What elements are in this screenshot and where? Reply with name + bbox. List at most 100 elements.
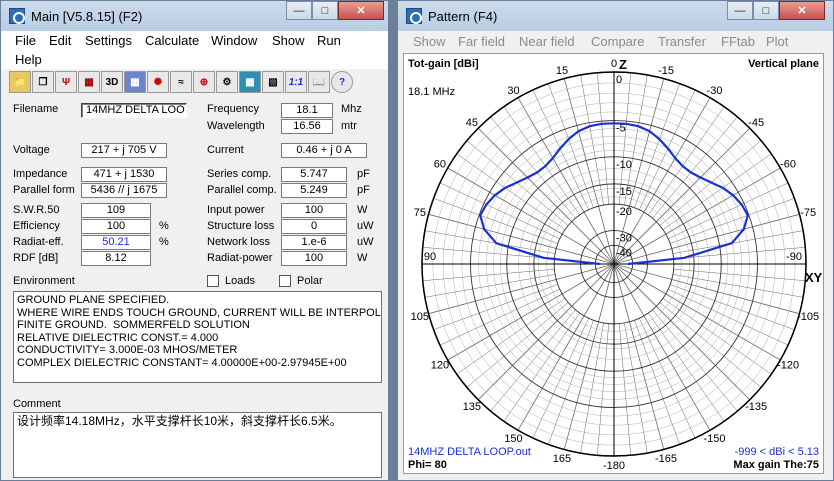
loads-label: Loads <box>225 275 255 287</box>
db-tick-label: -40 <box>616 247 632 259</box>
one-to-one-icon[interactable]: 1:1 <box>285 71 307 93</box>
series-comp-label: Series comp. <box>207 168 272 180</box>
structure-loss-unit: uW <box>357 220 374 232</box>
tot-gain-label: Tot-gain [dBi] <box>408 58 479 70</box>
comment-label: Comment <box>13 398 61 410</box>
frequency-field[interactable]: 18.1 <box>281 103 333 118</box>
antenna-icon[interactable]: Ψ <box>55 71 77 93</box>
structure-loss-label: Structure loss <box>207 220 275 232</box>
radiat-eff-field: 50.21 <box>81 235 151 250</box>
swr-icon[interactable]: ≈ <box>170 71 192 93</box>
3d-icon[interactable]: 3D <box>101 71 123 93</box>
parallel-comp-field: 5.249 <box>281 183 347 198</box>
copy-icon[interactable]: ❐ <box>32 71 54 93</box>
filename-label: Filename <box>13 103 59 115</box>
pmenu-transfer[interactable]: Transfer <box>658 34 706 54</box>
input-power-field[interactable]: 100 <box>281 203 347 218</box>
close-button[interactable]: ✕ <box>338 1 384 20</box>
wavelength-field: 16.56 <box>281 119 333 134</box>
radial-grid-line <box>613 263 781 361</box>
menu-settings[interactable]: Settings <box>85 33 132 48</box>
parallel-form-field: 5436 // j 1675 <box>81 183 167 198</box>
3d-text: 3D <box>105 76 119 88</box>
pattern-window: Pattern (F4) — □ ✕ Show Far field Near f… <box>397 0 834 481</box>
frequency-unit: Mhz <box>341 103 362 115</box>
angle-tick-label: -105 <box>797 311 819 323</box>
main-window: Main [V5.8.15] (F2) — □ ✕ File Edit Sett… <box>0 0 389 481</box>
pmenu-plot[interactable]: Plot <box>766 34 788 54</box>
menu-help[interactable]: Help <box>15 52 42 67</box>
plane-label: Vertical plane <box>748 58 819 70</box>
freq-label: 18.1 MHz <box>408 86 456 98</box>
pmenu-show[interactable]: Show <box>413 34 446 54</box>
pattern-app-icon <box>406 8 422 24</box>
xy-axis-label: XY <box>805 270 823 285</box>
menu-run[interactable]: Run <box>317 33 341 48</box>
radiat-power-field: 100 <box>281 251 347 266</box>
radiat-eff-label: Radiat-eff. <box>13 236 64 248</box>
angle-tick-label: -165 <box>655 453 677 465</box>
menu-show[interactable]: Show <box>272 33 305 48</box>
pattern-close-button[interactable]: ✕ <box>779 1 825 20</box>
minimize-button[interactable]: — <box>286 1 312 20</box>
polar-chart: 0-5-10-15-20-30-400-15-30-45-60-75-90-10… <box>411 58 819 472</box>
open-icon[interactable]: 📁 <box>9 71 31 93</box>
network-loss-field: 1.e-6 <box>281 235 347 250</box>
one-to-one-text: 1:1 <box>288 76 304 88</box>
table-icon[interactable]: ▦ <box>239 71 261 93</box>
current-field: 0.46 + j 0 A <box>281 143 367 158</box>
book-icon[interactable]: 📖 <box>308 71 330 93</box>
radial-grid-line <box>428 263 615 315</box>
pmenu-far-field[interactable]: Far field <box>458 34 505 54</box>
db-tick-label: -10 <box>616 159 632 171</box>
wavelength-unit: mtr <box>341 120 357 132</box>
angle-tick-label: -120 <box>777 360 799 372</box>
pmenu-fftab[interactable]: FFtab <box>721 34 755 54</box>
smith-icon[interactable]: ⊕ <box>193 71 215 93</box>
box-icon[interactable]: ▦ <box>78 71 100 93</box>
radial-grid-line <box>613 167 781 265</box>
grid-icon[interactable]: ▦ <box>124 71 146 93</box>
radiat-power-label: Radiat-power <box>207 252 273 264</box>
swr-field: 109 <box>81 203 151 218</box>
radial-grid-line <box>517 263 615 431</box>
menu-calculate[interactable]: Calculate <box>145 33 199 48</box>
help-icon[interactable]: ? <box>331 71 353 93</box>
maximize-button[interactable]: □ <box>312 1 338 20</box>
network-loss-unit: uW <box>357 236 374 248</box>
pmenu-near-field[interactable]: Near field <box>519 34 575 54</box>
pattern-minimize-button[interactable]: — <box>727 1 753 20</box>
rdf-label: RDF [dB] <box>13 252 59 264</box>
calc-icon[interactable]: ▧ <box>262 71 284 93</box>
comment-text[interactable]: 设计频率14.18MHz，水平支撑杆长10米，斜支撑杆长6.5米。 <box>13 412 382 478</box>
tune-icon[interactable]: ⚙ <box>216 71 238 93</box>
angle-tick-label: 90 <box>424 251 436 263</box>
db-tick-label: -20 <box>616 206 632 218</box>
pattern-icon[interactable]: ✺ <box>147 71 169 93</box>
angle-tick-label: 60 <box>434 159 446 171</box>
parallel-form-label: Parallel form <box>13 184 75 196</box>
menu-edit[interactable]: Edit <box>49 33 71 48</box>
current-label: Current <box>207 144 244 156</box>
voltage-label: Voltage <box>13 144 50 156</box>
network-loss-label: Network loss <box>207 236 270 248</box>
impedance-label: Impedance <box>13 168 68 180</box>
pmenu-compare[interactable]: Compare <box>591 34 644 54</box>
z-axis-label: Z <box>619 57 627 72</box>
menu-file[interactable]: File <box>15 33 36 48</box>
loads-checkbox[interactable] <box>207 275 219 287</box>
pattern-plot-area[interactable]: 0 -5 -10 -15 -20 -30 -40 0 -15 -30 -45 -60 -75 -90 -10… <box>403 53 824 474</box>
polar-checkbox[interactable] <box>279 275 291 287</box>
frequency-label: Frequency <box>207 103 259 115</box>
pattern-maximize-button[interactable]: □ <box>753 1 779 20</box>
input-power-label: Input power <box>207 204 265 216</box>
menu-window[interactable]: Window <box>211 33 257 48</box>
environment-text[interactable]: GROUND PLANE SPECIFIED. WHERE WIRE ENDS … <box>13 291 382 383</box>
angle-tick-label: -90 <box>786 251 802 263</box>
filename-field[interactable]: 14MHZ DELTA LOO <box>81 103 187 118</box>
efficiency-unit: % <box>159 220 169 232</box>
angle-tick-label: -180 <box>603 460 625 472</box>
max-gain-label: Max gain The:75 <box>733 459 819 471</box>
swr-label: S.W.R.50 <box>13 204 60 216</box>
impedance-field: 471 + j 1530 <box>81 167 167 182</box>
